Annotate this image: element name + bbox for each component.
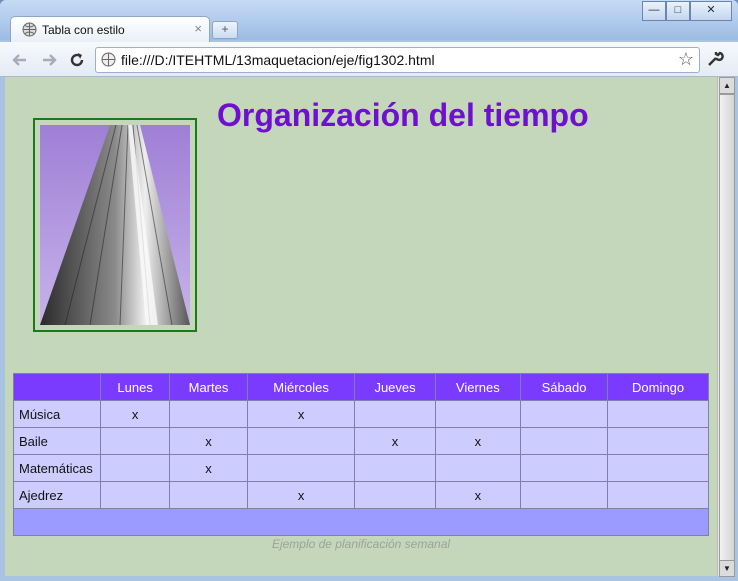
star-icon[interactable]: ☆: [678, 49, 694, 70]
table-header-row: Lunes Martes Miércoles Jueves Viernes Sá…: [13, 373, 709, 401]
row-label: Baile: [13, 427, 101, 455]
header-cell-miercoles: Miércoles: [246, 373, 356, 401]
table-cell: [607, 454, 709, 482]
row-label: Música: [13, 400, 101, 428]
scroll-up-icon[interactable]: ▲: [719, 77, 735, 94]
table-cell: [246, 427, 356, 455]
header-cell-sabado: Sábado: [519, 373, 609, 401]
table-cell: [99, 454, 171, 482]
table-cell: [519, 427, 609, 455]
table-caption: Ejemplo de planificación semanal: [271, 537, 451, 551]
table-cell: [99, 427, 171, 455]
address-bar[interactable]: file:///D:/ITEHTML/13maquetacion/eje/fig…: [95, 47, 700, 73]
tab-title: Tabla con estilo: [42, 23, 125, 37]
browser-tab[interactable]: Tabla con estilo ×: [10, 16, 210, 43]
table-cell: [99, 481, 171, 509]
scroll-down-icon[interactable]: ▼: [719, 560, 735, 577]
title-bar: — □ ✕ Tabla con estilo × +: [0, 0, 738, 43]
table-cell: [607, 481, 709, 509]
scroll-thumb[interactable]: [719, 94, 735, 561]
table-row: Música x x: [13, 400, 709, 428]
table-cell: [607, 427, 709, 455]
building-photo-frame: [33, 118, 197, 332]
url-text: file:///D:/ITEHTML/13maquetacion/eje/fig…: [121, 52, 435, 68]
table-row: Matemáticas x: [13, 454, 709, 482]
table-cell: [354, 481, 436, 509]
building-photo: [40, 125, 190, 325]
table-cell: [434, 454, 521, 482]
new-tab-button[interactable]: +: [212, 21, 238, 39]
header-cell-jueves: Jueves: [354, 373, 436, 401]
table-row: Baile x x x: [13, 427, 709, 455]
maximize-button[interactable]: □: [666, 1, 690, 21]
row-label: Ajedrez: [13, 481, 101, 509]
forward-arrow-icon[interactable]: [40, 51, 58, 69]
table-cell: x: [246, 400, 356, 428]
table-cell: [434, 400, 521, 428]
table-cell: [169, 481, 248, 509]
table-cell: x: [246, 481, 356, 509]
page-viewport: Organización del tiempo Lunes Martes Mié…: [5, 77, 717, 576]
table-cell: [519, 400, 609, 428]
table-cell: [354, 400, 436, 428]
back-arrow-icon[interactable]: [11, 51, 29, 69]
vertical-scrollbar[interactable]: ▲ ▼: [717, 77, 735, 577]
table-cell: [607, 400, 709, 428]
header-cell: [13, 373, 101, 401]
minimize-button[interactable]: —: [642, 1, 666, 21]
plus-icon: +: [221, 22, 229, 36]
page-title: Organización del tiempo: [217, 97, 589, 133]
table-cell: [169, 400, 248, 428]
row-label: Matemáticas: [13, 454, 101, 482]
table-footer-row: [13, 508, 709, 536]
table-cell: x: [169, 454, 248, 482]
globe-icon: [22, 22, 37, 42]
table-cell: x: [434, 427, 521, 455]
header-cell-lunes: Lunes: [99, 373, 171, 401]
table-row: Ajedrez x x: [13, 481, 709, 509]
tab-close-icon[interactable]: ×: [194, 21, 202, 36]
close-window-button[interactable]: ✕: [690, 1, 732, 21]
browser-window: — □ ✕ Tabla con estilo × + file:///D:/IT…: [0, 0, 738, 581]
wrench-icon[interactable]: [706, 50, 724, 73]
table-cell: [246, 454, 356, 482]
table-cell: x: [434, 481, 521, 509]
table-cell: [519, 481, 609, 509]
table-cell: [354, 454, 436, 482]
table-cell: x: [99, 400, 171, 428]
page-globe-icon: [101, 52, 116, 72]
schedule-table: Lunes Martes Miércoles Jueves Viernes Sá…: [13, 373, 709, 536]
table-cell: x: [169, 427, 248, 455]
reload-icon[interactable]: [68, 51, 86, 69]
table-cell: x: [354, 427, 436, 455]
header-cell-martes: Martes: [169, 373, 248, 401]
table-footer-cell: [13, 508, 709, 536]
toolbar: file:///D:/ITEHTML/13maquetacion/eje/fig…: [0, 42, 738, 77]
header-cell-viernes: Viernes: [434, 373, 521, 401]
table-cell: [519, 454, 609, 482]
header-cell-domingo: Domingo: [607, 373, 709, 401]
